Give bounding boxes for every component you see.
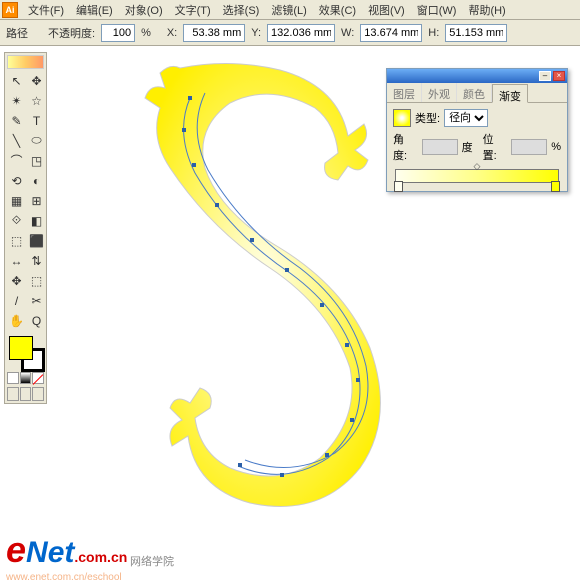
tool-rotate[interactable]: ⟲ [7,171,26,190]
position-unit: % [551,141,561,153]
y-input[interactable] [267,24,335,42]
menu-object[interactable]: 对象(O) [119,0,169,20]
tab-color[interactable]: 颜色 [457,83,492,102]
tool-pen[interactable]: ✎ [7,111,26,130]
tool-line[interactable]: ╲ [7,131,26,150]
tool-direct-select[interactable]: ✥ [27,71,46,90]
tool-blend[interactable]: ✥ [7,271,26,290]
tool-scissors[interactable]: ✂ [27,291,46,310]
angle-label: 角度: [393,131,418,163]
watermark-url: www.enet.com.cn/eschool [6,572,122,583]
gradient-ramp[interactable] [395,169,559,183]
tool-type[interactable]: T [27,111,46,130]
y-label: Y: [251,27,261,39]
screen-mode-3[interactable] [32,387,44,401]
screen-mode-1[interactable] [7,387,19,401]
x-input[interactable] [183,24,245,42]
tool-pencil[interactable]: ◳ [27,151,46,170]
tool-brush[interactable]: ⌒ [7,151,26,170]
angle-unit: 度 [462,139,473,155]
gradient-stop-right[interactable] [551,181,560,192]
color-mode-none[interactable] [32,372,44,384]
fill-swatch[interactable] [9,336,33,360]
gradient-preview-swatch[interactable] [393,109,411,127]
tab-layers[interactable]: 图层 [387,83,422,102]
options-bar: 路径 不透明度: % X: Y: W: H: [0,20,580,46]
toolbox-header[interactable] [7,55,44,69]
color-mode-solid[interactable] [7,372,19,384]
opacity-label: 不透明度: [48,25,95,41]
position-label: 位置: [483,131,508,163]
color-mode-gradient[interactable] [20,372,32,384]
w-input[interactable] [360,24,422,42]
w-label: W: [341,27,354,39]
x-label: X: [167,27,177,39]
menu-file[interactable]: 文件(F) [22,0,70,20]
opacity-unit: % [141,27,151,39]
h-input[interactable] [445,24,507,42]
tool-lasso[interactable]: ☆ [27,91,46,110]
gradient-panel: – × 图层 外观 颜色 渐变 类型: 径向 角度: 度 位置: % [386,68,568,192]
tool-gradient[interactable]: ↔ [7,251,26,270]
tool-eyedropper[interactable]: ⇅ [27,251,46,270]
menu-help[interactable]: 帮助(H) [462,0,511,20]
screen-mode-2[interactable] [20,387,32,401]
gradient-type-select[interactable]: 径向 [444,109,488,127]
tool-slice[interactable]: / [7,291,26,310]
tool-magic-wand[interactable]: ✴ [7,91,26,110]
tool-zoom[interactable]: Q [27,311,46,330]
tab-appearance[interactable]: 外观 [422,83,457,102]
app-icon: Ai [2,2,18,18]
color-swatches [7,334,44,370]
menu-type[interactable]: 文字(T) [169,0,217,20]
mode-label: 路径 [6,25,28,41]
menu-edit[interactable]: 编辑(E) [70,0,119,20]
artwork-s-letter[interactable] [120,58,400,518]
tool-graph[interactable]: ⬚ [7,231,26,250]
tool-symbol[interactable]: ◧ [27,211,46,230]
panel-titlebar[interactable]: – × [387,69,567,83]
menu-select[interactable]: 选择(S) [217,0,266,20]
menu-filter[interactable]: 滤镜(L) [265,0,312,20]
menubar: Ai 文件(F) 编辑(E) 对象(O) 文字(T) 选择(S) 滤镜(L) 效… [0,0,580,20]
menu-view[interactable]: 视图(V) [362,0,411,20]
menu-effect[interactable]: 效果(C) [313,0,362,20]
h-label: H: [428,27,439,39]
tool-live-paint[interactable]: ⬚ [27,271,46,290]
tool-rect[interactable]: ⬭ [27,131,46,150]
tool-reflect[interactable]: ◐ [27,171,46,190]
angle-input [422,139,458,155]
gradient-stop-left[interactable] [394,181,403,192]
tool-free-transform[interactable]: ⊞ [27,191,46,210]
opacity-input[interactable] [101,24,135,42]
close-icon[interactable]: × [553,71,565,81]
minimize-icon[interactable]: – [539,71,551,81]
position-input [511,139,547,155]
toolbox: ↖ ✥ ✴ ☆ ✎ T ╲ ⬭ ⌒ ◳ ⟲ ◐ ▦ ⊞ ⟐ ◧ ⬚ ⬛ ↔ ⇅ … [4,52,47,404]
type-label: 类型: [415,110,440,126]
tool-warp[interactable]: ⟐ [7,211,26,230]
watermark-subtitle: 网络学院 [130,553,174,569]
menu-window[interactable]: 窗口(W) [411,0,463,20]
panel-tabs: 图层 外观 颜色 渐变 [387,83,567,103]
tab-gradient[interactable]: 渐变 [492,84,528,103]
tool-scale[interactable]: ▦ [7,191,26,210]
tool-selection[interactable]: ↖ [7,71,26,90]
watermark: eNet.com.cn [6,529,127,571]
tool-mesh[interactable]: ⬛ [27,231,46,250]
tool-hand[interactable]: ✋ [7,311,26,330]
